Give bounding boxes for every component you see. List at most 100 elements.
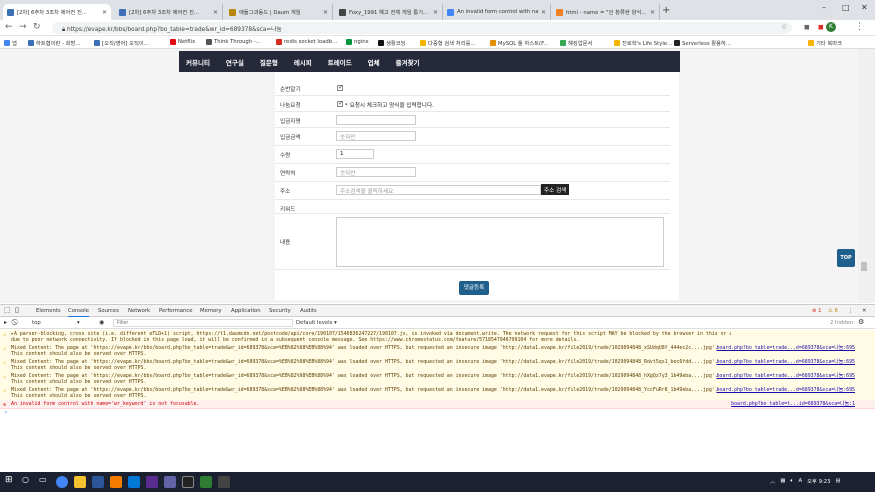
terminal-icon[interactable] <box>182 476 194 488</box>
word-icon[interactable] <box>92 476 104 488</box>
new-tab-button[interactable]: + <box>662 5 670 16</box>
tab-close-icon[interactable]: ✕ <box>538 9 546 16</box>
devtools-tab[interactable]: Sources <box>98 308 119 314</box>
tab-close-icon[interactable]: ✕ <box>320 9 328 16</box>
bookmark-item[interactable]: 진로학's Life Style... <box>614 39 672 47</box>
reload-icon[interactable]: ↻ <box>33 22 41 32</box>
log-levels-select[interactable]: Default levels ▾ <box>296 320 337 326</box>
browser-tab[interactable]: html - name = "인 창류현 양식... ✕ <box>552 4 660 20</box>
scrollbar-thumb[interactable] <box>861 262 867 271</box>
browser-tab[interactable]: 애들그과동드 | Daum 게임 ✕ <box>225 4 333 20</box>
field-input[interactable]: 숫자만 <box>336 167 416 177</box>
minimize-button[interactable]: – <box>822 3 826 12</box>
field-input[interactable]: 1 <box>336 149 374 159</box>
devtools-tab[interactable]: Elements <box>36 308 61 314</box>
console-filter-input[interactable] <box>113 319 293 327</box>
back-icon[interactable]: ← <box>5 22 13 32</box>
devtools-close-icon[interactable]: ✕ <box>862 308 866 314</box>
bookmark-item[interactable]: Serverless 활용하... <box>674 39 731 47</box>
extension-icon-red[interactable]: ◼ <box>818 23 824 31</box>
settings-gear-icon[interactable]: ⚙ <box>858 318 864 326</box>
console-source-link[interactable]: board.php?bo_table=t...id=689378&sca=나눔:… <box>731 401 855 407</box>
bookmark-item[interactable]: 해킹업문서 <box>560 39 592 47</box>
visual-studio-icon[interactable] <box>146 476 158 488</box>
forward-icon[interactable]: → <box>19 22 27 32</box>
app-icon-gray[interactable] <box>218 476 230 488</box>
vscode-icon[interactable] <box>128 476 140 488</box>
bookmark-item[interactable]: Netflix <box>170 39 195 45</box>
bookmark-item[interactable]: nginx <box>346 39 369 45</box>
address-bar[interactable]: 🔒︎ https://evape.kr/bbs/board.php?bo_tab… <box>52 22 792 34</box>
profile-avatar[interactable]: K <box>826 22 836 32</box>
search-icon[interactable]: ○ <box>22 475 34 487</box>
tab-close-icon[interactable]: ✕ <box>430 9 438 16</box>
nav-item[interactable]: 레시피 <box>294 57 312 67</box>
tab-close-icon[interactable]: ✕ <box>647 9 655 16</box>
bookmark-item[interactable]: MySQL 툴 하스트(F... <box>490 39 548 47</box>
bookmark-item[interactable]: 기타 북마크 <box>808 39 842 47</box>
windows-start-icon[interactable]: ⊞ <box>5 475 17 487</box>
bookmark-item[interactable]: 하트협이란 - 회방... <box>28 39 80 47</box>
field-checkbox[interactable]: ✓ <box>337 101 343 107</box>
console-source-link[interactable]: board.php?bo_table=trade...d=689378&sca=… <box>716 359 855 365</box>
input-language[interactable]: A <box>799 478 803 484</box>
notification-icon[interactable]: ▤ <box>835 478 840 484</box>
menu-icon[interactable]: ⋮ <box>855 22 864 32</box>
nav-item[interactable]: 즐겨찾기 <box>396 57 420 67</box>
app-icon-green[interactable] <box>200 476 212 488</box>
bookmark-item[interactable]: [오직/영어] 오직이... <box>94 39 149 47</box>
nav-item[interactable]: 질문형 <box>260 57 278 67</box>
device-toggle-icon[interactable]: ▯ <box>15 306 19 314</box>
console-source-link[interactable]: board.php?bo_table=trade...d=689378&sca=… <box>716 345 855 351</box>
bookmark-item[interactable]: 앱 <box>4 39 17 47</box>
devtools-menu-icon[interactable]: ⋮ <box>848 308 853 314</box>
maximize-button[interactable]: □ <box>842 3 850 12</box>
error-count-badge[interactable]: ⊗ 1 <box>812 308 822 314</box>
bookmark-item[interactable]: 생활코딩 <box>378 39 406 47</box>
devtools-tab[interactable]: Audits <box>300 308 317 314</box>
clock[interactable]: 오후 9:23 <box>807 477 830 485</box>
nav-item[interactable]: 연구실 <box>226 57 244 67</box>
extension-icon[interactable]: ◼ <box>804 23 810 31</box>
inspect-icon[interactable]: ⬚ <box>4 306 11 314</box>
browser-tab[interactable]: An invalid form control with na... ✕ <box>443 4 551 20</box>
devtools-tab[interactable]: Application <box>231 308 261 314</box>
task-view-icon[interactable]: ▭ <box>39 475 51 487</box>
app-icon-orange[interactable] <box>110 476 122 488</box>
warning-count-badge[interactable]: ⚠ 6 <box>828 308 838 314</box>
nav-item[interactable]: 트레이드 <box>328 57 352 67</box>
console-source-link[interactable]: board.php?bo_table=trade...d=689378&sca=… <box>716 373 855 379</box>
app-icon-purple[interactable] <box>164 476 176 488</box>
devtools-tab[interactable]: Memory <box>200 308 222 314</box>
bookmark-item[interactable]: 다중형 검색 처리를... <box>420 39 475 47</box>
devtools-tab[interactable]: Network <box>128 308 150 314</box>
sidebar-toggle-icon[interactable]: ▸ <box>4 319 7 326</box>
content-textarea[interactable] <box>336 217 664 267</box>
volume-icon[interactable]: 🔈︎ <box>790 478 793 485</box>
nav-item[interactable]: 커뮤니티 <box>186 57 210 67</box>
browser-tab[interactable]: [2차] 6주차 3조차 에어컨 진... ✕ <box>115 4 223 20</box>
devtools-tab[interactable]: Security <box>269 308 291 314</box>
tray-up-arrow-icon[interactable]: ︿ <box>770 477 775 485</box>
bookmark-item[interactable]: Think Through -... <box>206 39 261 45</box>
chrome-icon[interactable] <box>56 476 68 488</box>
address-search-button[interactable]: 주소 검색 <box>541 184 570 195</box>
eye-icon[interactable]: ◉ <box>99 319 104 326</box>
context-select[interactable]: top ▾ <box>32 320 92 327</box>
console-source-link[interactable]: board.php?bo_table=trade...d=689378&sca=… <box>716 387 855 393</box>
devtools-tab[interactable]: Performance <box>159 308 193 314</box>
field-input[interactable]: 숫자만 <box>336 131 416 141</box>
network-icon[interactable]: ▦ <box>780 478 785 484</box>
browser-tab[interactable]: [2차] 6주차 3조차 에어컨 진... ✕ <box>3 4 111 20</box>
field-input[interactable] <box>336 115 416 125</box>
submit-comment-button[interactable]: 댓글등록 <box>459 281 489 295</box>
bookmark-item[interactable]: redis socket loadb... <box>276 39 337 45</box>
tab-close-icon[interactable]: ✕ <box>210 9 218 16</box>
tab-close-icon[interactable]: ✕ <box>99 9 107 16</box>
nav-item[interactable]: 업체 <box>368 57 380 67</box>
field-checkbox[interactable]: ✓ <box>337 85 343 91</box>
bookmark-star-icon[interactable]: ☆ <box>781 23 787 31</box>
field-input[interactable]: 주소검색을 클릭하세요 <box>336 185 541 195</box>
scroll-top-button[interactable]: TOP <box>837 249 855 267</box>
file-explorer-icon[interactable] <box>74 476 86 488</box>
